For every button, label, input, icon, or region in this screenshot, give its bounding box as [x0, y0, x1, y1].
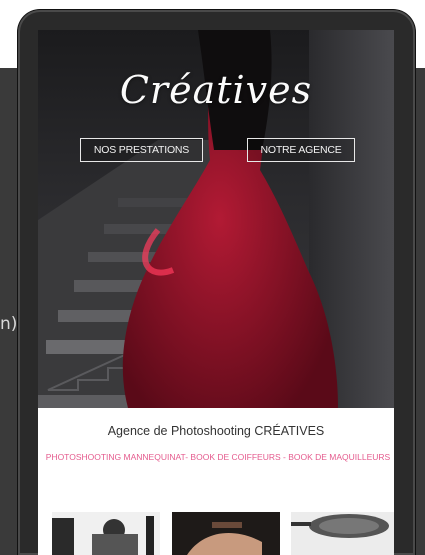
photo-studio-thumbnail[interactable] — [52, 512, 160, 555]
agency-title: Agence de Photoshooting CRÉATIVES — [107, 424, 325, 438]
notre-agence-button[interactable]: NOTRE AGENCE — [247, 138, 355, 162]
services-subtitle: PHOTOSHOOTING MANNEQUINAT- BOOK DE COIFF… — [45, 452, 391, 462]
content-section: Agence de Photoshooting CRÉATIVES PHOTOS… — [38, 408, 394, 555]
nos-prestations-button[interactable]: NOS PRESTATIONS — [80, 138, 203, 162]
tablet-screen: Créatives NOS PRESTATIONS NOTRE AGENCE A… — [38, 30, 394, 555]
backdrop-text-fragment: n) — [0, 314, 18, 334]
hero-banner: Créatives NOS PRESTATIONS NOTRE AGENCE — [38, 30, 394, 408]
brand-logo: Créatives — [119, 68, 313, 112]
pan-thumbnail[interactable] — [291, 512, 394, 555]
makeup-thumbnail[interactable] — [172, 512, 280, 555]
